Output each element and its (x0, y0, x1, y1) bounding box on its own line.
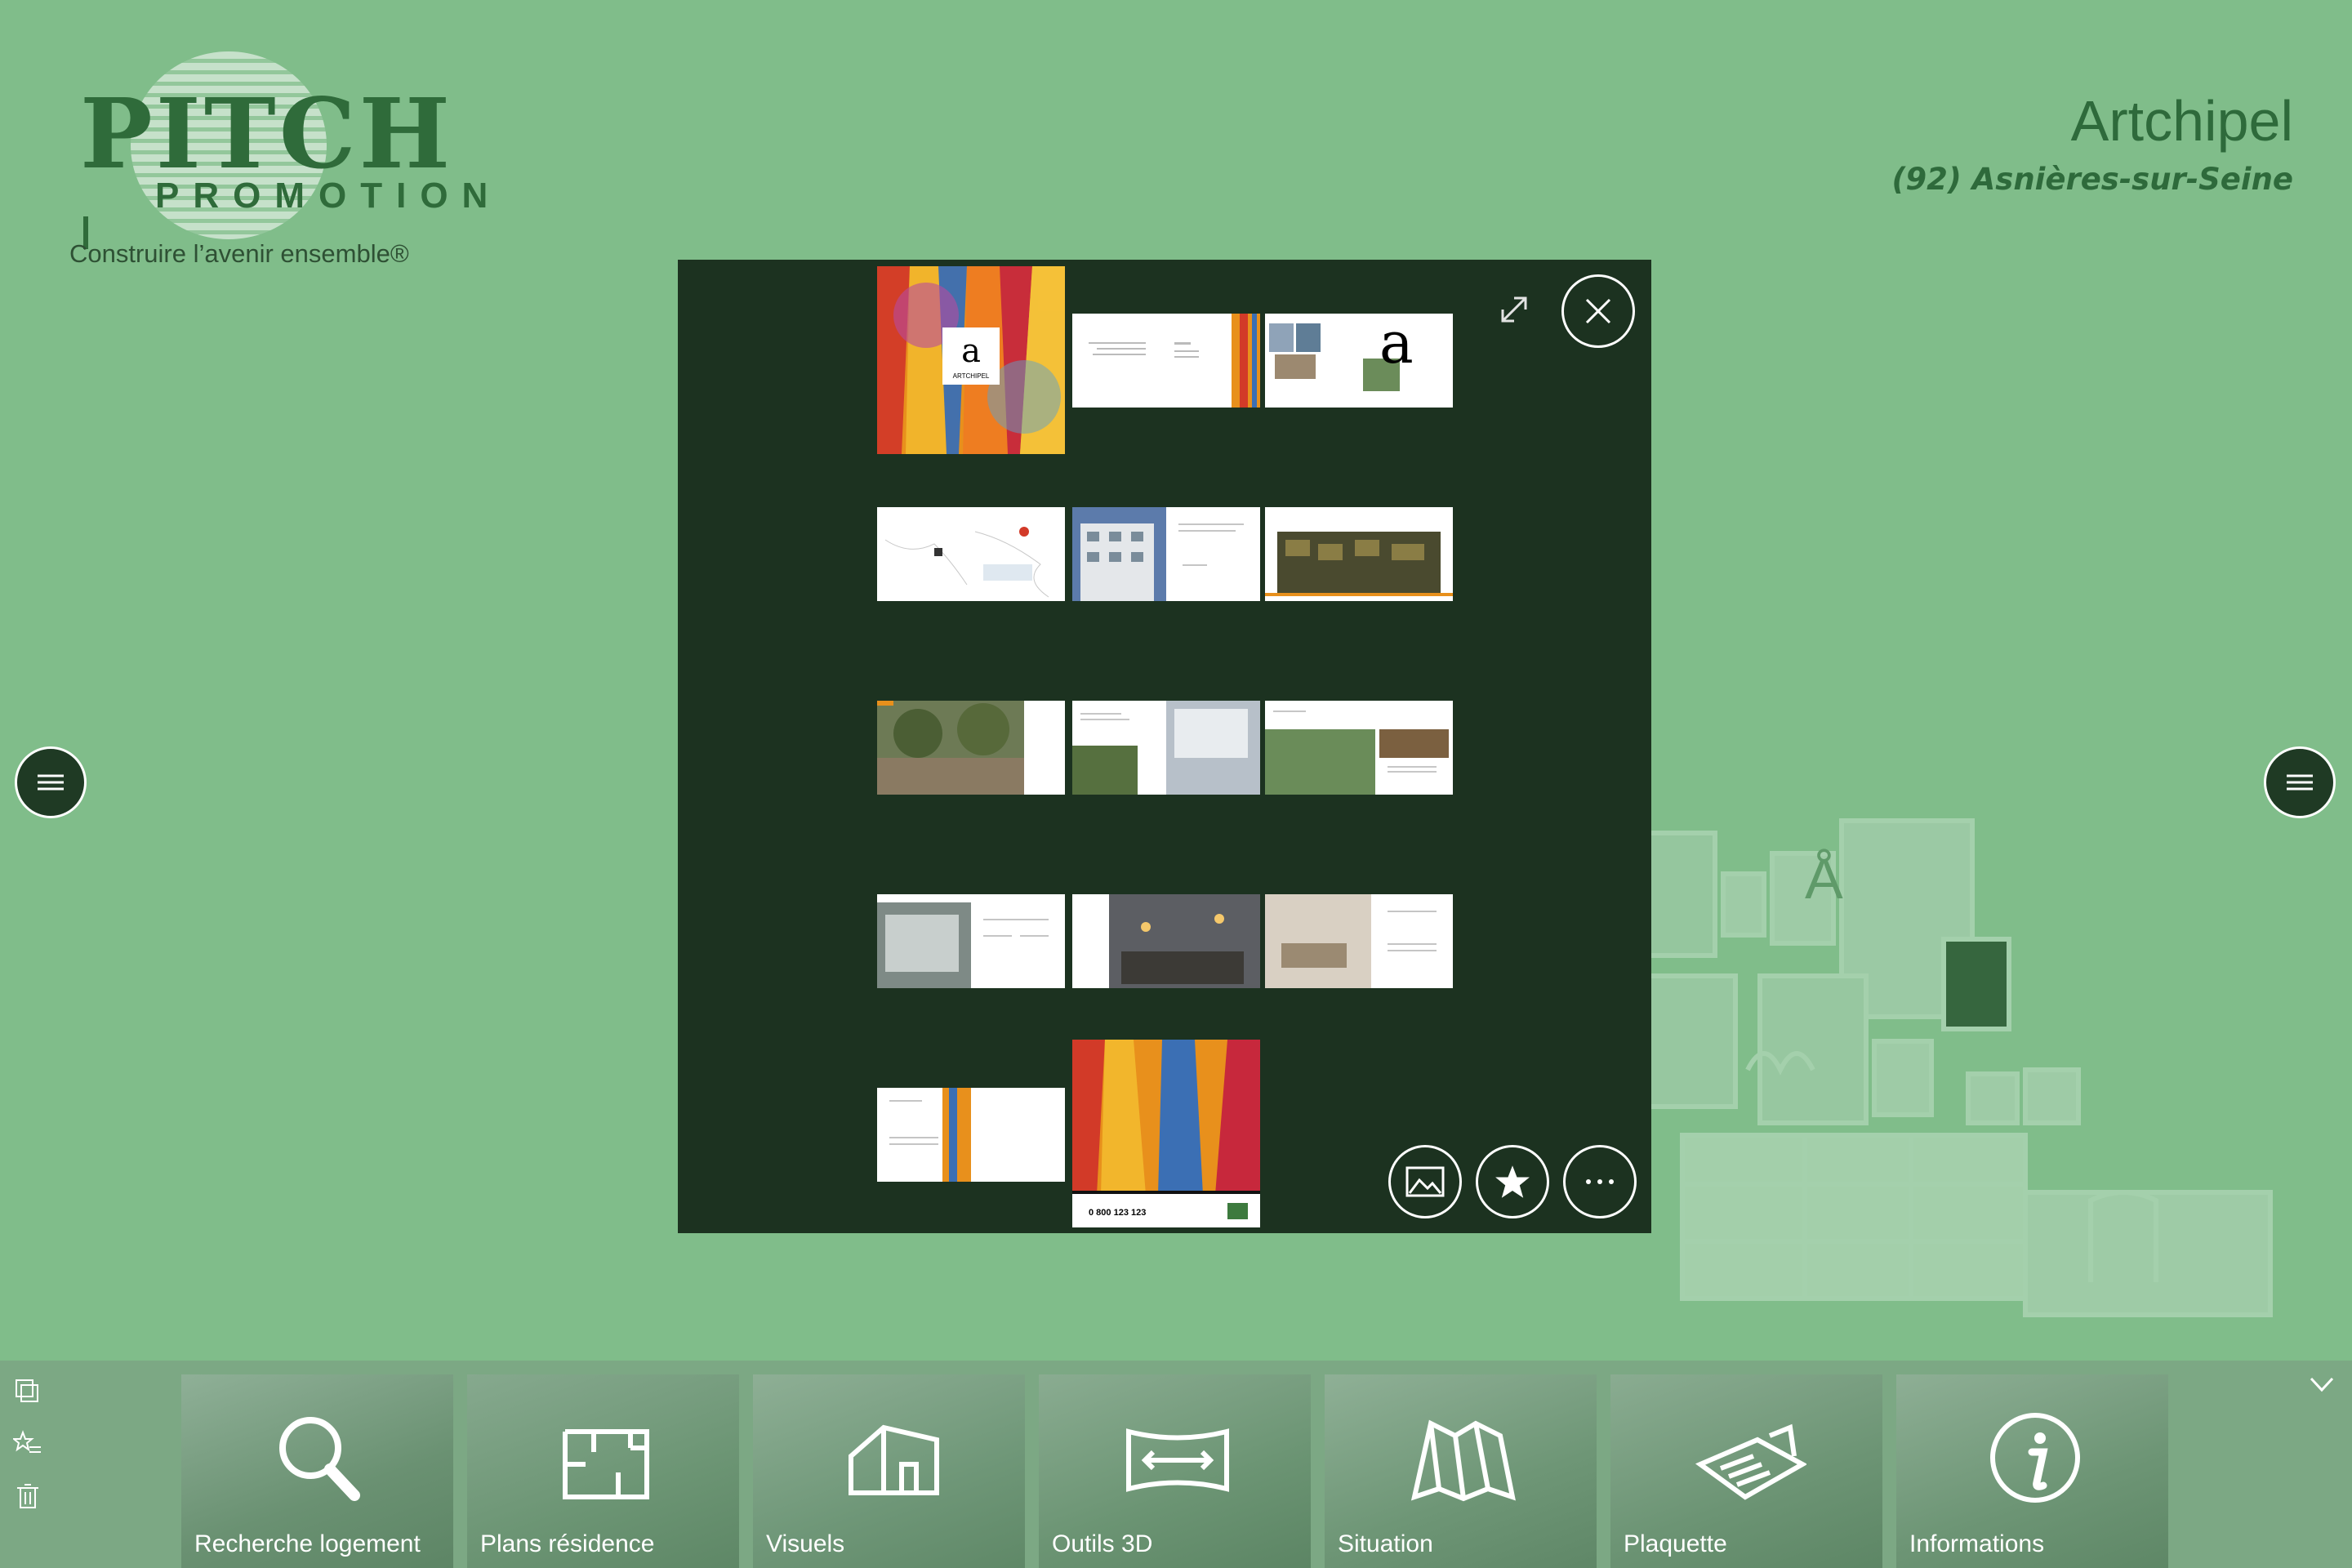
page-thumbnail-3[interactable]: a (1265, 314, 1453, 408)
collapse-toolbar-button[interactable] (2303, 1365, 2341, 1403)
brochure-viewer[interactable]: a ARTCHIPEL a 0 800 123 123 (678, 260, 1651, 1233)
page-thumbnail-13[interactable] (877, 1088, 1065, 1182)
tile-visuels[interactable]: Visuels (753, 1374, 1025, 1568)
close-icon (1585, 298, 1611, 324)
back-cover-phone: 0 800 123 123 (1089, 1208, 1146, 1218)
hamburger-icon (38, 774, 64, 791)
page-thumbnail-6[interactable] (1265, 507, 1453, 601)
brochure-icon (1695, 1423, 1806, 1500)
page-thumbnail-12[interactable] (1265, 894, 1453, 988)
page-thumbnail-9[interactable] (1265, 701, 1453, 795)
info-icon (1990, 1413, 2080, 1503)
page-thumbnail-11[interactable] (1072, 894, 1260, 988)
project-title: Artchipel (2070, 89, 2293, 153)
favorite-button[interactable] (1476, 1145, 1549, 1218)
tile-situation[interactable]: Situation (1325, 1374, 1597, 1568)
logo-subtitle: PROMOTION (155, 176, 502, 216)
page-thumbnail-2[interactable] (1072, 314, 1260, 408)
page-thumbnail-cover[interactable]: a ARTCHIPEL (877, 266, 1065, 454)
tile-recherche-logement[interactable]: Recherche logement (181, 1374, 453, 1568)
star-list-icon (11, 1430, 41, 1453)
page-thumbnail-4[interactable] (877, 507, 1065, 601)
tile-label: Informations (1909, 1530, 2045, 1557)
page-thumbnail-back-cover[interactable]: 0 800 123 123 (1072, 1040, 1260, 1227)
side-tool-column (0, 1361, 57, 1568)
page-thumbnail-10[interactable] (877, 894, 1065, 988)
right-menu-button[interactable] (2264, 746, 2336, 818)
page-thumbnail-8[interactable] (1072, 701, 1260, 795)
room-background-illustration: Å (1601, 818, 2273, 1317)
floorplan-icon (563, 1429, 649, 1499)
map-icon (1410, 1419, 1516, 1502)
cover-name: ARTCHIPEL (953, 372, 990, 380)
logo-wordmark: PITCH (80, 77, 454, 190)
tile-plans-residence[interactable]: Plans résidence (467, 1374, 739, 1568)
page-thumbnail-7[interactable] (877, 701, 1065, 795)
close-viewer-button[interactable] (1561, 274, 1635, 348)
panorama-icon (1126, 1428, 1229, 1492)
tile-label: Situation (1338, 1530, 1433, 1557)
left-menu-button[interactable] (15, 746, 87, 818)
star-icon (1495, 1165, 1530, 1198)
project-location: (92) Asnières-sur-Seine (1891, 162, 2293, 197)
svg-text:a: a (1379, 314, 1414, 376)
tile-label: Plaquette (1624, 1530, 1727, 1557)
favorites-tool[interactable] (11, 1429, 42, 1459)
image-button[interactable] (1388, 1145, 1462, 1218)
expand-icon (1501, 296, 1527, 323)
hamburger-icon (2287, 774, 2313, 791)
cover-letter: a (961, 332, 981, 370)
tile-label: Visuels (766, 1530, 845, 1557)
fullscreen-button[interactable] (1494, 290, 1534, 329)
image-icon (1405, 1166, 1445, 1197)
more-options-button[interactable] (1563, 1145, 1637, 1218)
tile-label: Recherche logement (194, 1530, 421, 1557)
tile-outils-3d[interactable]: Outils 3D (1039, 1374, 1311, 1568)
page-thumbnail-5[interactable] (1072, 507, 1260, 601)
ellipsis-icon (1586, 1179, 1614, 1184)
trash-icon (17, 1484, 38, 1508)
tile-plaquette[interactable]: Plaquette (1610, 1374, 1882, 1568)
pages-tool[interactable] (13, 1377, 42, 1406)
chevron-down-icon (2310, 1377, 2334, 1392)
tile-label: Plans résidence (480, 1530, 655, 1557)
magnifier-icon (279, 1417, 360, 1501)
brand-tagline: Construire l’avenir ensemble® (69, 239, 409, 268)
delete-tool[interactable] (13, 1481, 42, 1511)
svg-text:Å: Å (1805, 847, 1843, 911)
tile-informations[interactable]: Informations (1896, 1374, 2168, 1568)
house-icon (849, 1424, 939, 1495)
tile-label: Outils 3D (1052, 1530, 1153, 1557)
copy-pages-icon (16, 1379, 38, 1402)
